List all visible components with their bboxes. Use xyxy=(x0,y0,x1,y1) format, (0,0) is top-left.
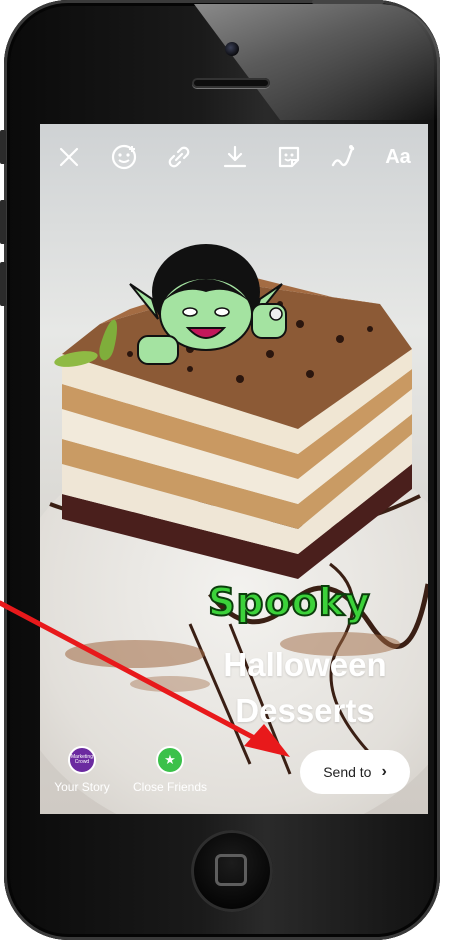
spooky-sticker[interactable]: Spooky xyxy=(207,579,371,625)
close-friends-option[interactable]: ★ Close Friends xyxy=(126,746,214,794)
headline-line-1: Halloween xyxy=(223,646,387,683)
face-filter-icon[interactable] xyxy=(109,142,139,172)
close-friends-label: Close Friends xyxy=(132,780,208,794)
close-icon[interactable] xyxy=(54,142,84,172)
chevron-right-icon: › xyxy=(381,763,387,780)
phone-gloss xyxy=(194,4,440,120)
your-story-label: Your Story xyxy=(54,780,110,794)
your-story-option[interactable]: Marketing Crowd Your Story xyxy=(50,746,114,794)
phone-frame: Aa Spooky Halloween Desserts Marketing C… xyxy=(4,0,440,940)
headline-line-2: Desserts xyxy=(235,692,375,729)
star-icon: ★ xyxy=(156,746,184,774)
draw-icon[interactable] xyxy=(328,142,358,172)
send-to-label: Send to xyxy=(323,764,372,780)
volume-down-button xyxy=(0,262,6,306)
volume-up-button xyxy=(0,200,6,244)
story-editor-screen: Aa Spooky Halloween Desserts Marketing C… xyxy=(40,124,428,814)
earpiece-speaker xyxy=(192,78,270,88)
share-bar: Marketing Crowd Your Story ★ Close Frien… xyxy=(40,734,428,814)
sticker-icon[interactable] xyxy=(274,142,304,172)
home-square-icon xyxy=(215,854,247,886)
mute-switch xyxy=(0,130,6,164)
link-icon[interactable] xyxy=(164,142,194,172)
text-icon[interactable]: Aa xyxy=(380,142,416,172)
your-story-avatar: Marketing Crowd xyxy=(68,746,96,774)
story-toolbar: Aa xyxy=(40,124,428,188)
download-icon[interactable] xyxy=(220,142,250,172)
send-to-button[interactable]: Send to › xyxy=(300,750,410,794)
story-headline[interactable]: Halloween Desserts xyxy=(190,642,420,734)
home-button[interactable] xyxy=(191,830,273,912)
front-camera xyxy=(225,42,239,56)
power-button xyxy=(312,0,384,4)
